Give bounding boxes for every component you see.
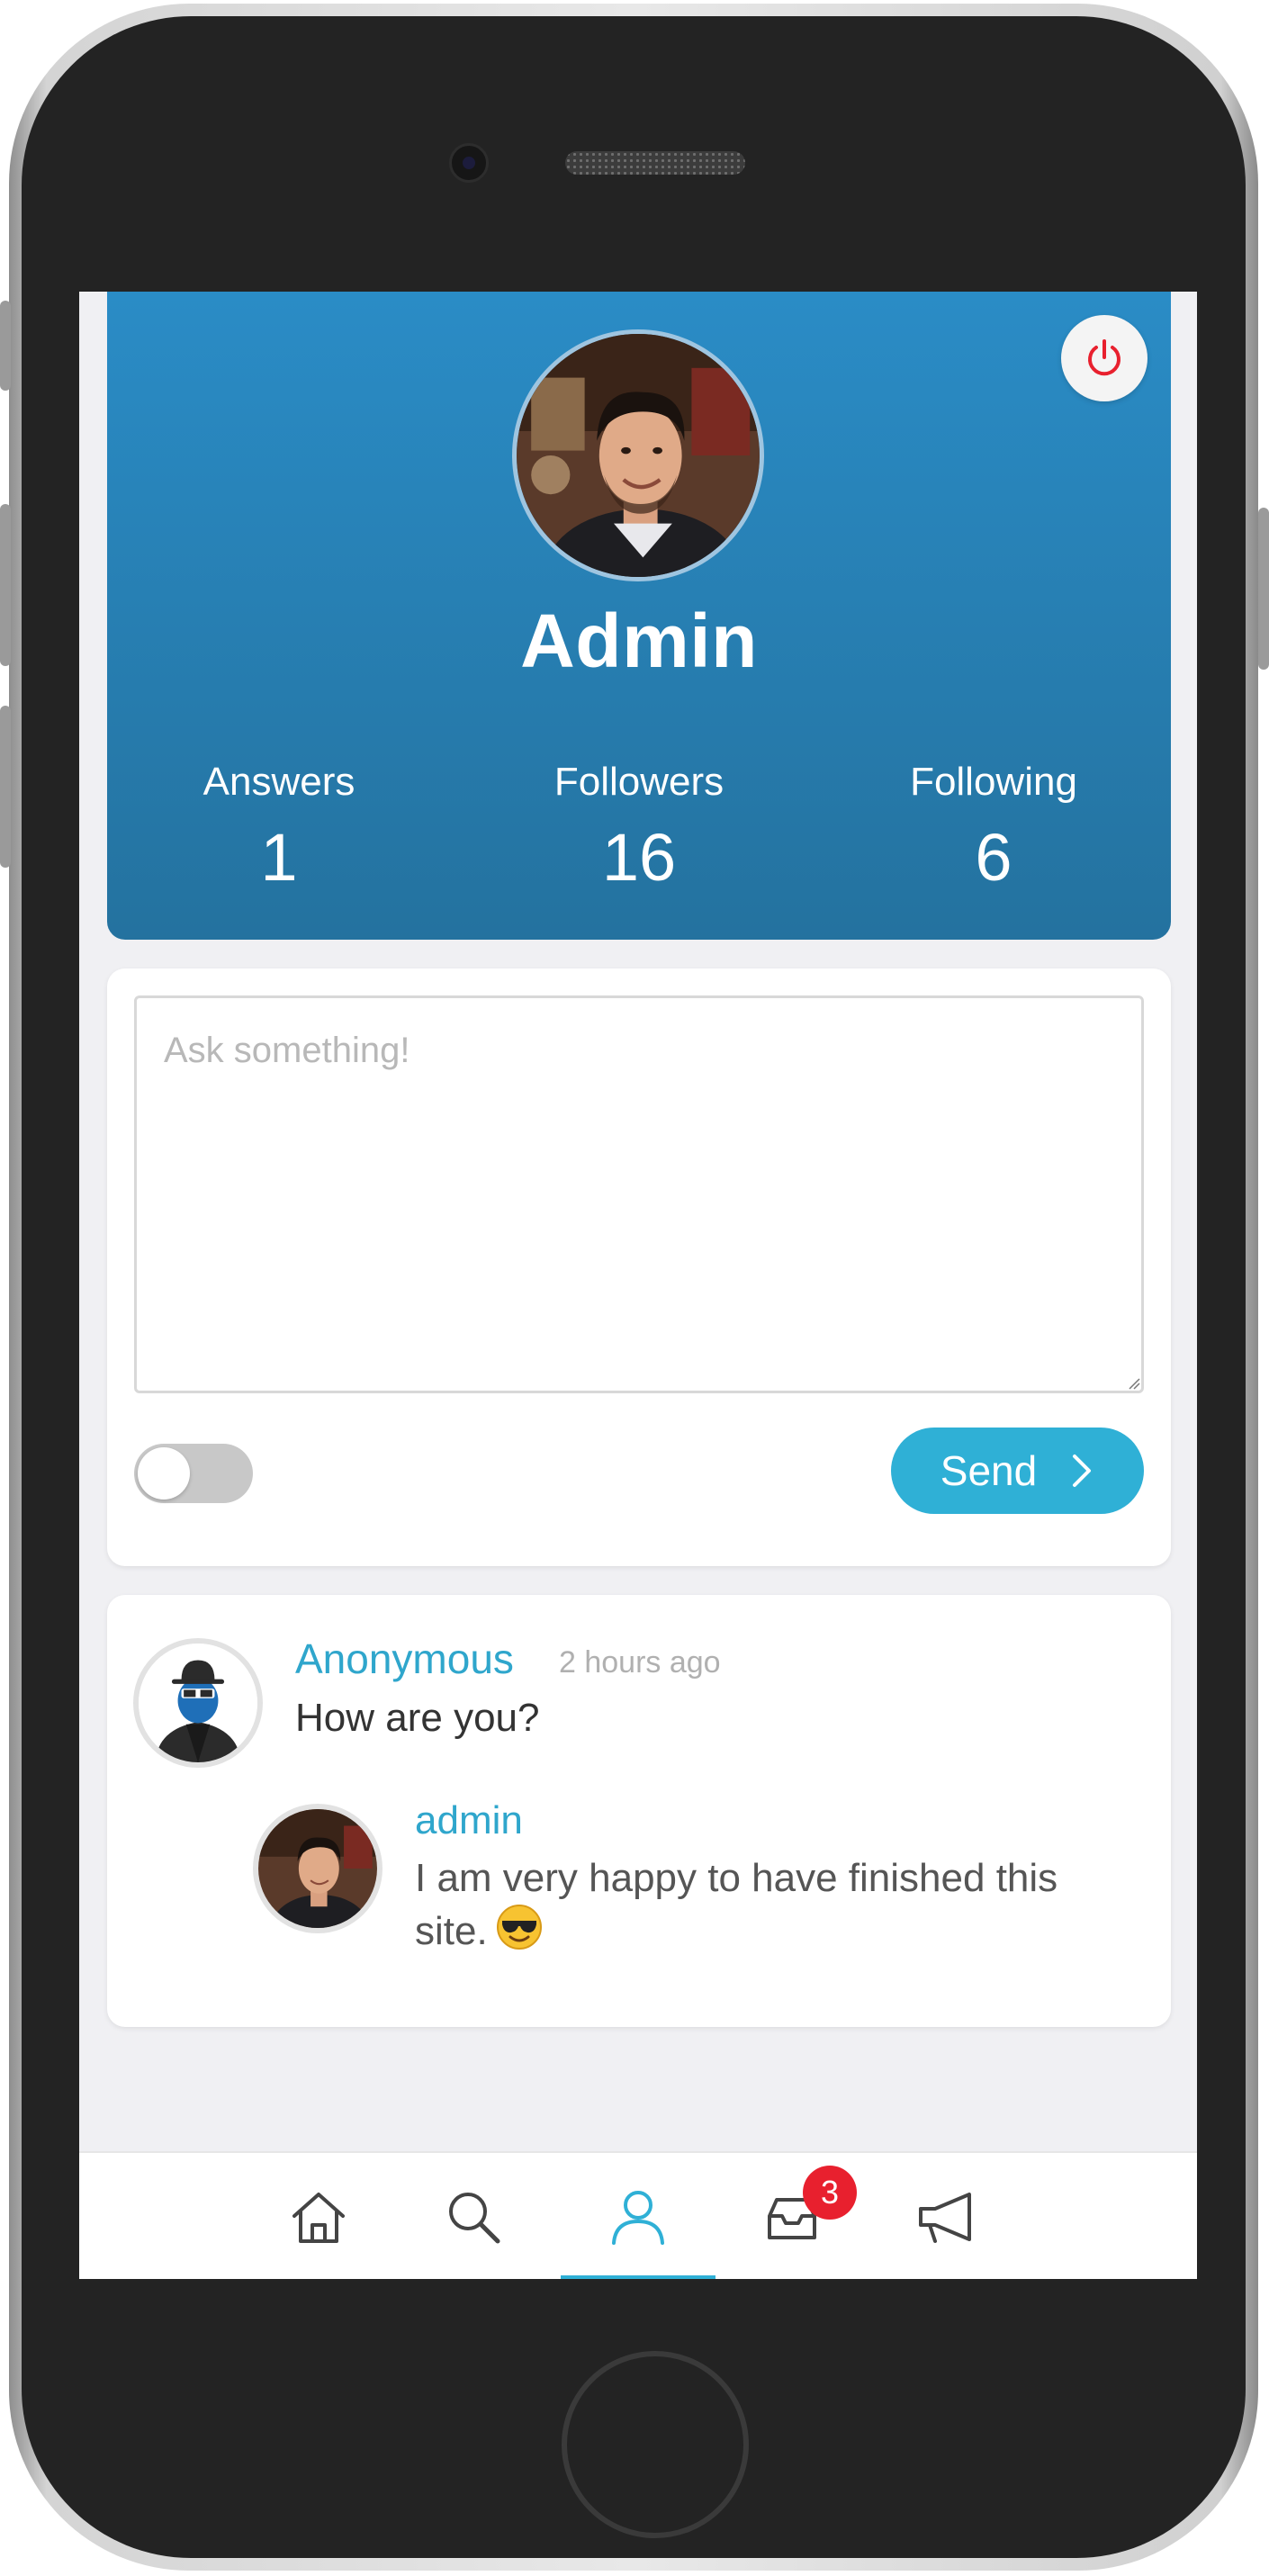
nav-profile[interactable] bbox=[561, 2153, 716, 2279]
nav-search[interactable] bbox=[396, 2153, 551, 2279]
answer-text: I am very happy to have finished this si… bbox=[415, 1854, 1117, 1956]
chevron-right-icon bbox=[1073, 1455, 1092, 1487]
question-text: How are you? bbox=[295, 1696, 540, 1740]
app-screen: Admin Answers 1 Followers 16 Following 6 bbox=[79, 292, 1197, 2279]
stat-value: 16 bbox=[601, 820, 677, 895]
stat-followers[interactable]: Followers 16 bbox=[495, 760, 783, 896]
megaphone-icon bbox=[919, 2193, 971, 2243]
stat-value: 1 bbox=[260, 820, 298, 895]
power-icon bbox=[1088, 339, 1120, 376]
anonymous-avatar bbox=[133, 1638, 263, 1768]
send-label: Send bbox=[940, 1447, 1038, 1494]
front-camera bbox=[449, 143, 489, 183]
home-button[interactable] bbox=[562, 2351, 749, 2538]
nav-home[interactable] bbox=[241, 2153, 396, 2279]
question-timestamp: 2 hours ago bbox=[559, 1645, 721, 1680]
nav-announcements[interactable] bbox=[869, 2153, 1024, 2279]
question-textarea[interactable] bbox=[134, 995, 1144, 1393]
power-side-button bbox=[1258, 508, 1269, 670]
toggle-knob bbox=[138, 1447, 190, 1500]
ask-card: Send bbox=[107, 968, 1171, 1566]
profile-name: Admin bbox=[520, 599, 758, 683]
anonymous-toggle[interactable] bbox=[134, 1444, 253, 1503]
nav-inbox[interactable]: 3 bbox=[715, 2153, 869, 2279]
earpiece-speaker bbox=[565, 151, 745, 175]
stat-label: Following bbox=[910, 760, 1077, 804]
volume-down-button bbox=[0, 706, 11, 868]
stat-value: 6 bbox=[975, 820, 1012, 895]
profile-icon bbox=[612, 2191, 664, 2245]
search-icon bbox=[449, 2193, 500, 2244]
send-button[interactable]: Send bbox=[891, 1428, 1144, 1514]
home-icon bbox=[292, 2193, 345, 2243]
phone-frame: Admin Answers 1 Followers 16 Following 6 bbox=[0, 4, 1269, 2571]
asker-name[interactable]: Anonymous bbox=[295, 1635, 514, 1683]
logout-button[interactable] bbox=[1061, 315, 1148, 401]
volume-up-button bbox=[0, 504, 11, 666]
stat-label: Followers bbox=[554, 760, 724, 804]
profile-header: Admin Answers 1 Followers 16 Following 6 bbox=[107, 292, 1171, 940]
answerer-avatar[interactable] bbox=[253, 1804, 382, 1933]
spy-icon bbox=[139, 1644, 257, 1762]
stat-following[interactable]: Following 6 bbox=[850, 760, 1138, 896]
question-card: Anonymous 2 hours ago How are you? admin… bbox=[107, 1595, 1171, 2027]
inbox-badge: 3 bbox=[803, 2166, 857, 2220]
stat-answers[interactable]: Answers 1 bbox=[135, 760, 423, 896]
resize-grip-icon[interactable] bbox=[1126, 1375, 1140, 1390]
profile-stats: Answers 1 Followers 16 Following 6 bbox=[107, 760, 1171, 931]
profile-avatar bbox=[512, 329, 764, 581]
stat-label: Answers bbox=[202, 760, 356, 804]
silent-switch bbox=[0, 301, 11, 391]
bottom-nav: 3 bbox=[79, 2151, 1197, 2279]
sunglasses-emoji-icon bbox=[496, 1905, 542, 1950]
answerer-name[interactable]: admin bbox=[415, 1798, 523, 1843]
